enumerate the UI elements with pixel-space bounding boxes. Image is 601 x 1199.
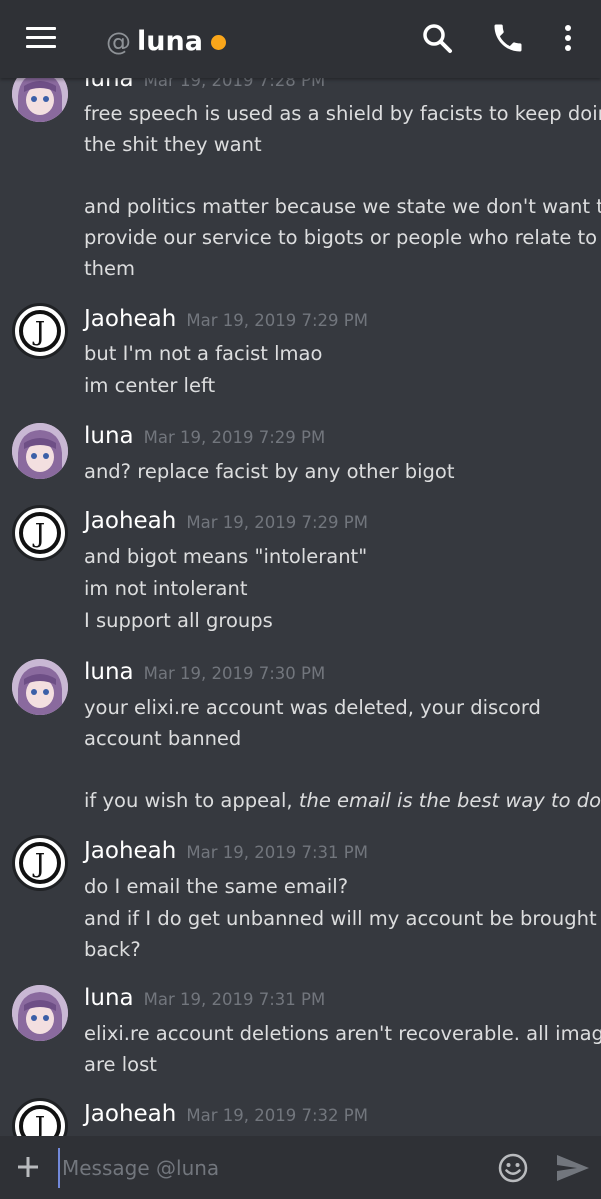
avatar[interactable]: J: [12, 1098, 68, 1136]
timestamp: Mar 19, 2019 7:29 PM: [186, 311, 368, 330]
avatar[interactable]: [12, 423, 68, 479]
message-text: but I'm not a facist lmao: [84, 342, 323, 365]
avatar[interactable]: [12, 659, 68, 715]
message-text: and if I do get unbanned will my account…: [84, 907, 597, 930]
message-text: back?: [84, 938, 141, 961]
message-text: and bigot means "intolerant": [84, 545, 368, 568]
more-vertical-icon[interactable]: [553, 20, 583, 56]
author-name[interactable]: luna: [84, 985, 134, 1011]
message-text: do I email the same email?: [84, 875, 349, 898]
channel-name: luna: [137, 25, 203, 57]
message-text: and politics matter because we state we …: [84, 195, 601, 218]
svg-text:J: J: [32, 317, 45, 347]
message-text: I support all groups: [84, 609, 273, 632]
message-text: and? replace facist by any other bigot: [84, 460, 455, 483]
channel-title[interactable]: @ luna: [106, 24, 226, 58]
author-name[interactable]: Jaoheah: [84, 306, 176, 332]
svg-text:J: J: [32, 519, 45, 549]
message-text: free speech is used as a shield by facis…: [84, 102, 601, 125]
emoji-icon[interactable]: [497, 1152, 529, 1184]
message-text: im not intolerant: [84, 577, 248, 600]
timestamp: Mar 19, 2019 7:31 PM: [186, 843, 368, 862]
message-composer: [0, 1136, 601, 1199]
svg-text:J: J: [32, 1112, 45, 1136]
timestamp: Mar 19, 2019 7:30 PM: [143, 664, 326, 683]
idle-status-icon: [210, 35, 226, 50]
phone-icon[interactable]: [490, 20, 526, 56]
message-text: elixi.re account deletions aren't recove…: [84, 1022, 601, 1045]
author-name[interactable]: Jaoheah: [84, 508, 176, 534]
plus-icon[interactable]: [14, 1153, 42, 1181]
timestamp: Mar 19, 2019 7:29 PM: [186, 513, 368, 532]
search-icon[interactable]: [419, 20, 455, 56]
avatar[interactable]: [12, 985, 68, 1041]
message-input[interactable]: [58, 1148, 478, 1188]
hamburger-menu-icon[interactable]: [26, 26, 56, 50]
author-name[interactable]: Jaoheah: [84, 1101, 176, 1127]
message-text: your elixi.re account was deleted, your …: [84, 696, 541, 719]
author-name[interactable]: Jaoheah: [84, 838, 176, 864]
message-text: the shit they want: [84, 133, 262, 156]
avatar[interactable]: J: [12, 505, 68, 561]
message-text: them: [84, 257, 135, 280]
message-text: im center left: [84, 374, 216, 397]
message-text: account banned: [84, 727, 242, 750]
message-text-plain: if you wish to appeal,: [84, 789, 299, 812]
message-text: are lost: [84, 1053, 157, 1076]
send-icon[interactable]: [555, 1153, 591, 1183]
avatar[interactable]: J: [12, 835, 68, 891]
timestamp: Mar 19, 2019 7:32 PM: [186, 1106, 368, 1125]
timestamp: Mar 19, 2019 7:29 PM: [143, 428, 326, 447]
header-bar: @ luna: [0, 0, 601, 78]
avatar[interactable]: J: [12, 303, 68, 359]
message-text-italic: the email is the best way to do it: [298, 789, 601, 812]
message-list[interactable]: luna Mar 19, 2019 7:28 PM free speech is…: [0, 0, 601, 1136]
author-name[interactable]: luna: [84, 423, 134, 449]
svg-text:J: J: [32, 849, 45, 879]
author-name[interactable]: luna: [84, 659, 134, 685]
message-text: if you wish to appeal, the email is the …: [84, 789, 601, 812]
message-text: provide our service to bigots or people …: [84, 226, 598, 249]
timestamp: Mar 19, 2019 7:31 PM: [143, 990, 326, 1009]
at-symbol: @: [106, 26, 131, 56]
